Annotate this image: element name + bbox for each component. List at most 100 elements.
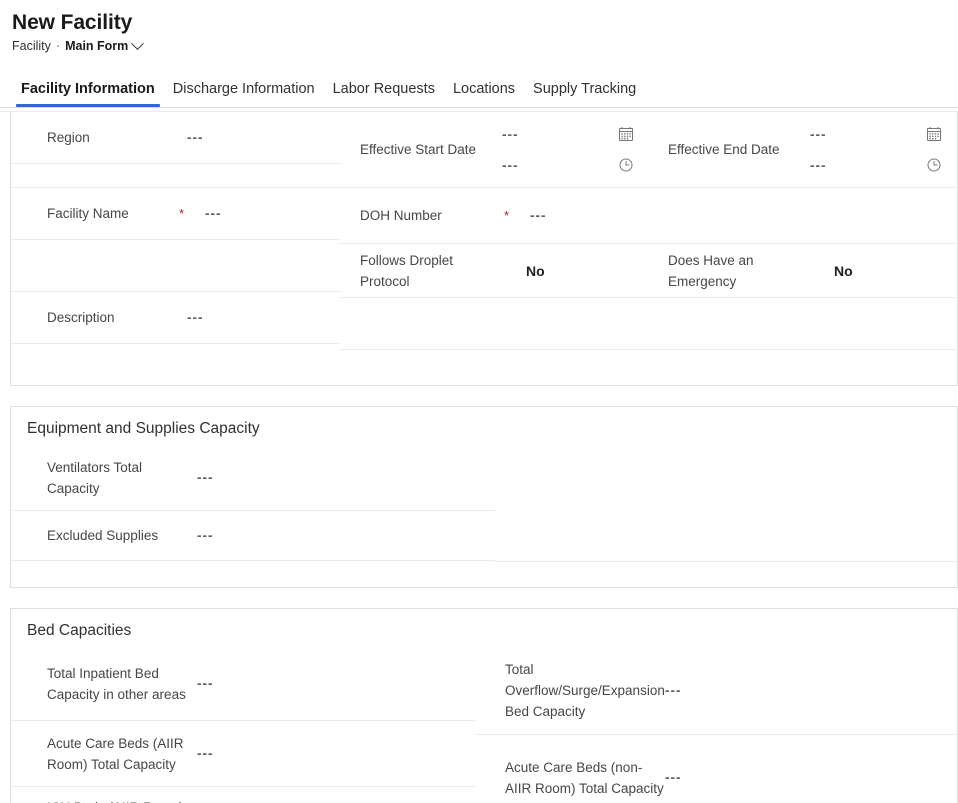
date-line[interactable]: ---	[808, 124, 956, 144]
column-2: Effective Start Date --- --- DOH Number …	[340, 112, 648, 385]
field-value: ---	[205, 206, 222, 221]
field-acute-care-beds-non-aiir-room-total-capacity[interactable]: Acute Care Beds (non-AIIR Room) Total Ca…	[475, 735, 957, 803]
field-label: Effective End Date	[668, 142, 780, 157]
field-value: No	[526, 262, 545, 279]
breadcrumb: Facility · Main Form	[12, 36, 958, 54]
tab-label: Facility Information	[21, 81, 155, 97]
tab-label: Supply Tracking	[533, 81, 637, 97]
section-facility-information: Region --- Facility Name * --- Descripti…	[10, 112, 958, 386]
field-value: ---	[197, 470, 214, 485]
field-spacer-5	[648, 298, 956, 350]
datetime-stack: --- ---	[500, 124, 648, 175]
field-total-inpatient-bed-capacity-in-other-areas[interactable]: Total Inpatient Bed Capacity in other ar…	[11, 647, 475, 721]
field-label: Follows Droplet Protocol	[360, 252, 454, 289]
section-gap-1	[0, 386, 958, 406]
field-effective-start-date[interactable]: Effective Start Date --- ---	[340, 112, 648, 188]
field-label: Excluded Supplies	[47, 528, 159, 543]
form-body: Region --- Facility Name * --- Descripti…	[0, 112, 958, 803]
field-label: Facility Name	[47, 206, 129, 221]
form-selector[interactable]: Main Form	[65, 36, 145, 54]
header-divider	[0, 107, 958, 108]
field-value: ---	[197, 746, 214, 761]
column-1: Ventilators Total Capacity --- Excluded …	[11, 445, 495, 587]
calendar-icon[interactable]	[924, 124, 944, 144]
tab-labor-requests[interactable]: Labor Requests	[324, 80, 444, 107]
field-icu-beds-aiir-room[interactable]: ICU Beds (AIIR Room)	[11, 787, 475, 803]
tab-label: Discharge Information	[172, 81, 315, 97]
time-line[interactable]: ---	[808, 155, 956, 175]
datetime-stack: --- ---	[808, 124, 956, 175]
date-line[interactable]: ---	[500, 124, 648, 144]
tab-discharge-information[interactable]: Discharge Information	[164, 80, 324, 107]
field-spacer-3	[340, 298, 648, 350]
field-region[interactable]: Region ---	[11, 112, 340, 164]
breadcrumb-separator: ·	[55, 39, 61, 53]
column-bottom-divider	[495, 561, 957, 587]
time-line[interactable]: ---	[500, 155, 648, 175]
section-equipment-and-supplies-capacity: Equipment and Supplies Capacity Ventilat…	[10, 406, 958, 588]
tab-label: Labor Requests	[332, 81, 435, 97]
column-1: Region --- Facility Name * --- Descripti…	[11, 112, 340, 385]
page-header: New Facility Facility · Main Form	[0, 0, 958, 54]
field-value: ---	[187, 310, 204, 325]
tab-facility-information[interactable]: Facility Information	[12, 80, 164, 107]
required-indicator: *	[504, 208, 510, 223]
chevron-down-icon	[131, 36, 145, 50]
field-does-have-an-emergency[interactable]: Does Have an Emergency No	[648, 244, 956, 298]
field-label: Effective Start Date	[360, 142, 477, 157]
field-label: Acute Care Beds (AIIR Room) Total Capaci…	[47, 735, 184, 772]
field-label: Ventilators Total Capacity	[47, 459, 143, 496]
field-facility-name[interactable]: Facility Name * ---	[11, 188, 340, 240]
required-indicator: *	[179, 206, 185, 221]
field-excluded-supplies[interactable]: Excluded Supplies ---	[11, 511, 495, 561]
field-effective-end-date[interactable]: Effective End Date --- ---	[648, 112, 956, 188]
field-label: Total Inpatient Bed Capacity in other ar…	[47, 665, 186, 702]
section-heading: Bed Capacities	[27, 622, 132, 639]
field-total-overflow-surge-expansion-bed-capacity[interactable]: Total Overflow/Surge/Expansion Bed Capac…	[475, 647, 957, 735]
column-2: Total Overflow/Surge/Expansion Bed Capac…	[475, 647, 957, 803]
field-label: Acute Care Beds (non-AIIR Room) Total Ca…	[505, 759, 664, 796]
field-label: Description	[47, 310, 115, 325]
tab-supply-tracking[interactable]: Supply Tracking	[524, 80, 645, 107]
field-description[interactable]: Description ---	[11, 292, 340, 344]
column-bottom-pad	[11, 561, 495, 587]
field-value: No	[834, 262, 853, 279]
field-label: Region	[47, 130, 90, 145]
field-value: ---	[665, 683, 682, 698]
column-bottom-pad	[11, 344, 340, 379]
field-label: Does Have an Emergency	[668, 252, 754, 289]
field-follows-droplet-protocol[interactable]: Follows Droplet Protocol No	[340, 244, 648, 298]
field-spacer-1	[11, 164, 340, 188]
tab-label: Locations	[452, 81, 516, 97]
section-columns: Total Inpatient Bed Capacity in other ar…	[11, 647, 957, 803]
section-columns: Ventilators Total Capacity --- Excluded …	[11, 445, 957, 587]
section-columns: Region --- Facility Name * --- Descripti…	[11, 112, 957, 385]
clock-icon[interactable]	[616, 155, 636, 175]
form-selector-label: Main Form	[65, 39, 129, 53]
section-gap-2	[0, 588, 958, 608]
tab-locations[interactable]: Locations	[444, 80, 524, 107]
page-title: New Facility	[12, 11, 133, 34]
field-acute-care-beds-aiir-room-total-capacity[interactable]: Acute Care Beds (AIIR Room) Total Capaci…	[11, 721, 475, 787]
column-1: Total Inpatient Bed Capacity in other ar…	[11, 647, 475, 803]
field-ventilators-total-capacity[interactable]: Ventilators Total Capacity ---	[11, 445, 495, 511]
time-value: ---	[502, 157, 519, 173]
field-value: ---	[197, 528, 214, 543]
field-spacer-2	[11, 240, 340, 292]
field-doh-number[interactable]: DOH Number * ---	[340, 188, 648, 244]
column-empty-pad	[495, 445, 957, 561]
breadcrumb-entity: Facility	[12, 39, 51, 53]
field-value: ---	[665, 770, 682, 785]
field-value: ---	[197, 676, 214, 691]
calendar-icon[interactable]	[616, 124, 636, 144]
time-value: ---	[810, 157, 827, 173]
clock-icon[interactable]	[924, 155, 944, 175]
date-value: ---	[810, 126, 827, 142]
field-spacer-4	[648, 188, 956, 244]
column-bottom-pad	[648, 350, 956, 385]
column-bottom-pad	[340, 350, 648, 385]
form-tab-strip: Facility Information Discharge Informati…	[0, 71, 958, 107]
field-label: Total Overflow/Surge/Expansion Bed Capac…	[505, 662, 665, 719]
field-label: DOH Number	[360, 208, 442, 223]
date-value: ---	[502, 126, 519, 142]
